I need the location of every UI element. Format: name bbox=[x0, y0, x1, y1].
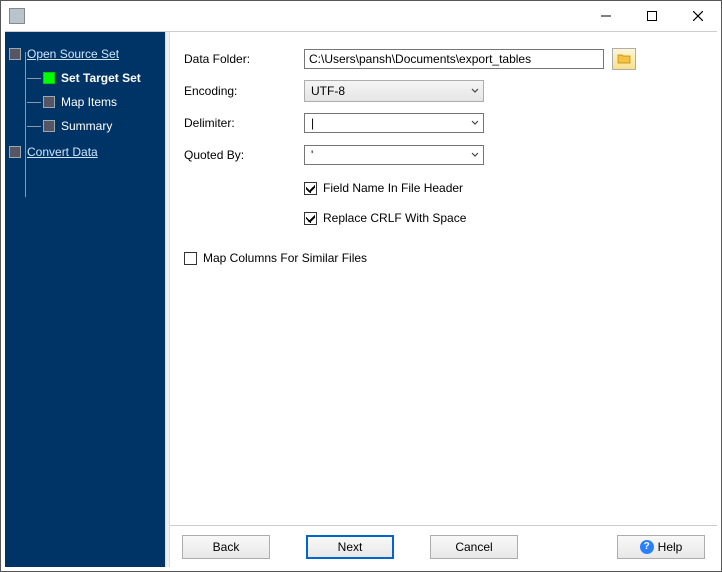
maximize-button[interactable] bbox=[629, 1, 675, 31]
step-summary[interactable]: Summary bbox=[27, 114, 161, 138]
step-label: Summary bbox=[61, 119, 112, 133]
encoding-label: Encoding: bbox=[184, 84, 304, 98]
chevron-down-icon bbox=[471, 87, 479, 95]
replace-crlf-row: Replace CRLF With Space bbox=[304, 206, 703, 230]
encoding-select[interactable]: UTF-8 bbox=[304, 80, 484, 102]
quoted-by-value: ' bbox=[311, 148, 313, 162]
window-controls bbox=[583, 1, 721, 31]
help-button[interactable]: ? Help bbox=[617, 535, 705, 559]
step-set-target-set[interactable]: Set Target Set bbox=[27, 66, 161, 90]
field-name-header-label: Field Name In File Header bbox=[323, 181, 463, 195]
field-name-header-checkbox[interactable] bbox=[304, 182, 317, 195]
help-icon: ? bbox=[640, 540, 654, 554]
replace-crlf-checkbox[interactable] bbox=[304, 212, 317, 225]
folder-icon bbox=[617, 53, 631, 65]
step-marker-icon bbox=[9, 146, 21, 158]
delimiter-value: | bbox=[311, 116, 314, 130]
data-folder-label: Data Folder: bbox=[184, 52, 304, 66]
target-set-form: Data Folder: Encoding: UTF-8 bbox=[170, 32, 717, 525]
map-columns-row: Map Columns For Similar Files bbox=[184, 246, 703, 270]
next-button[interactable]: Next bbox=[306, 535, 394, 559]
step-marker-icon bbox=[43, 120, 55, 132]
wizard-body: Open Source Set Set Target Set Map Items… bbox=[5, 31, 717, 567]
cancel-button[interactable]: Cancel bbox=[430, 535, 518, 559]
quoted-by-label: Quoted By: bbox=[184, 148, 304, 162]
step-label: Map Items bbox=[61, 95, 117, 109]
step-marker-icon bbox=[9, 48, 21, 60]
map-columns-checkbox[interactable] bbox=[184, 252, 197, 265]
map-columns-label: Map Columns For Similar Files bbox=[203, 251, 367, 265]
step-label: Set Target Set bbox=[61, 71, 141, 85]
delimiter-label: Delimiter: bbox=[184, 116, 304, 130]
close-button[interactable] bbox=[675, 1, 721, 31]
step-map-items[interactable]: Map Items bbox=[27, 90, 161, 114]
delimiter-combo[interactable]: | bbox=[304, 113, 484, 133]
step-label: Open Source Set bbox=[27, 47, 119, 61]
chevron-down-icon bbox=[471, 119, 479, 127]
quoted-by-combo[interactable]: ' bbox=[304, 145, 484, 165]
field-name-header-row: Field Name In File Header bbox=[304, 176, 703, 200]
encoding-value: UTF-8 bbox=[311, 84, 345, 98]
replace-crlf-label: Replace CRLF With Space bbox=[323, 211, 466, 225]
step-marker-icon bbox=[43, 72, 55, 84]
step-label: Convert Data bbox=[27, 145, 98, 159]
minimize-button[interactable] bbox=[583, 1, 629, 31]
step-convert-data[interactable]: Convert Data bbox=[9, 140, 161, 164]
app-icon bbox=[9, 8, 25, 24]
chevron-down-icon bbox=[471, 151, 479, 159]
content-pane: Data Folder: Encoding: UTF-8 bbox=[170, 32, 717, 567]
step-marker-icon bbox=[43, 96, 55, 108]
back-button[interactable]: Back bbox=[182, 535, 270, 559]
step-open-source-set[interactable]: Open Source Set bbox=[9, 42, 161, 66]
wizard-window: Open Source Set Set Target Set Map Items… bbox=[0, 0, 722, 572]
data-folder-input[interactable] bbox=[304, 49, 604, 69]
browse-folder-button[interactable] bbox=[612, 48, 636, 70]
wizard-button-bar: Back Next Cancel ? Help bbox=[170, 525, 717, 567]
wizard-steps-sidebar: Open Source Set Set Target Set Map Items… bbox=[5, 32, 165, 567]
titlebar bbox=[1, 1, 721, 31]
